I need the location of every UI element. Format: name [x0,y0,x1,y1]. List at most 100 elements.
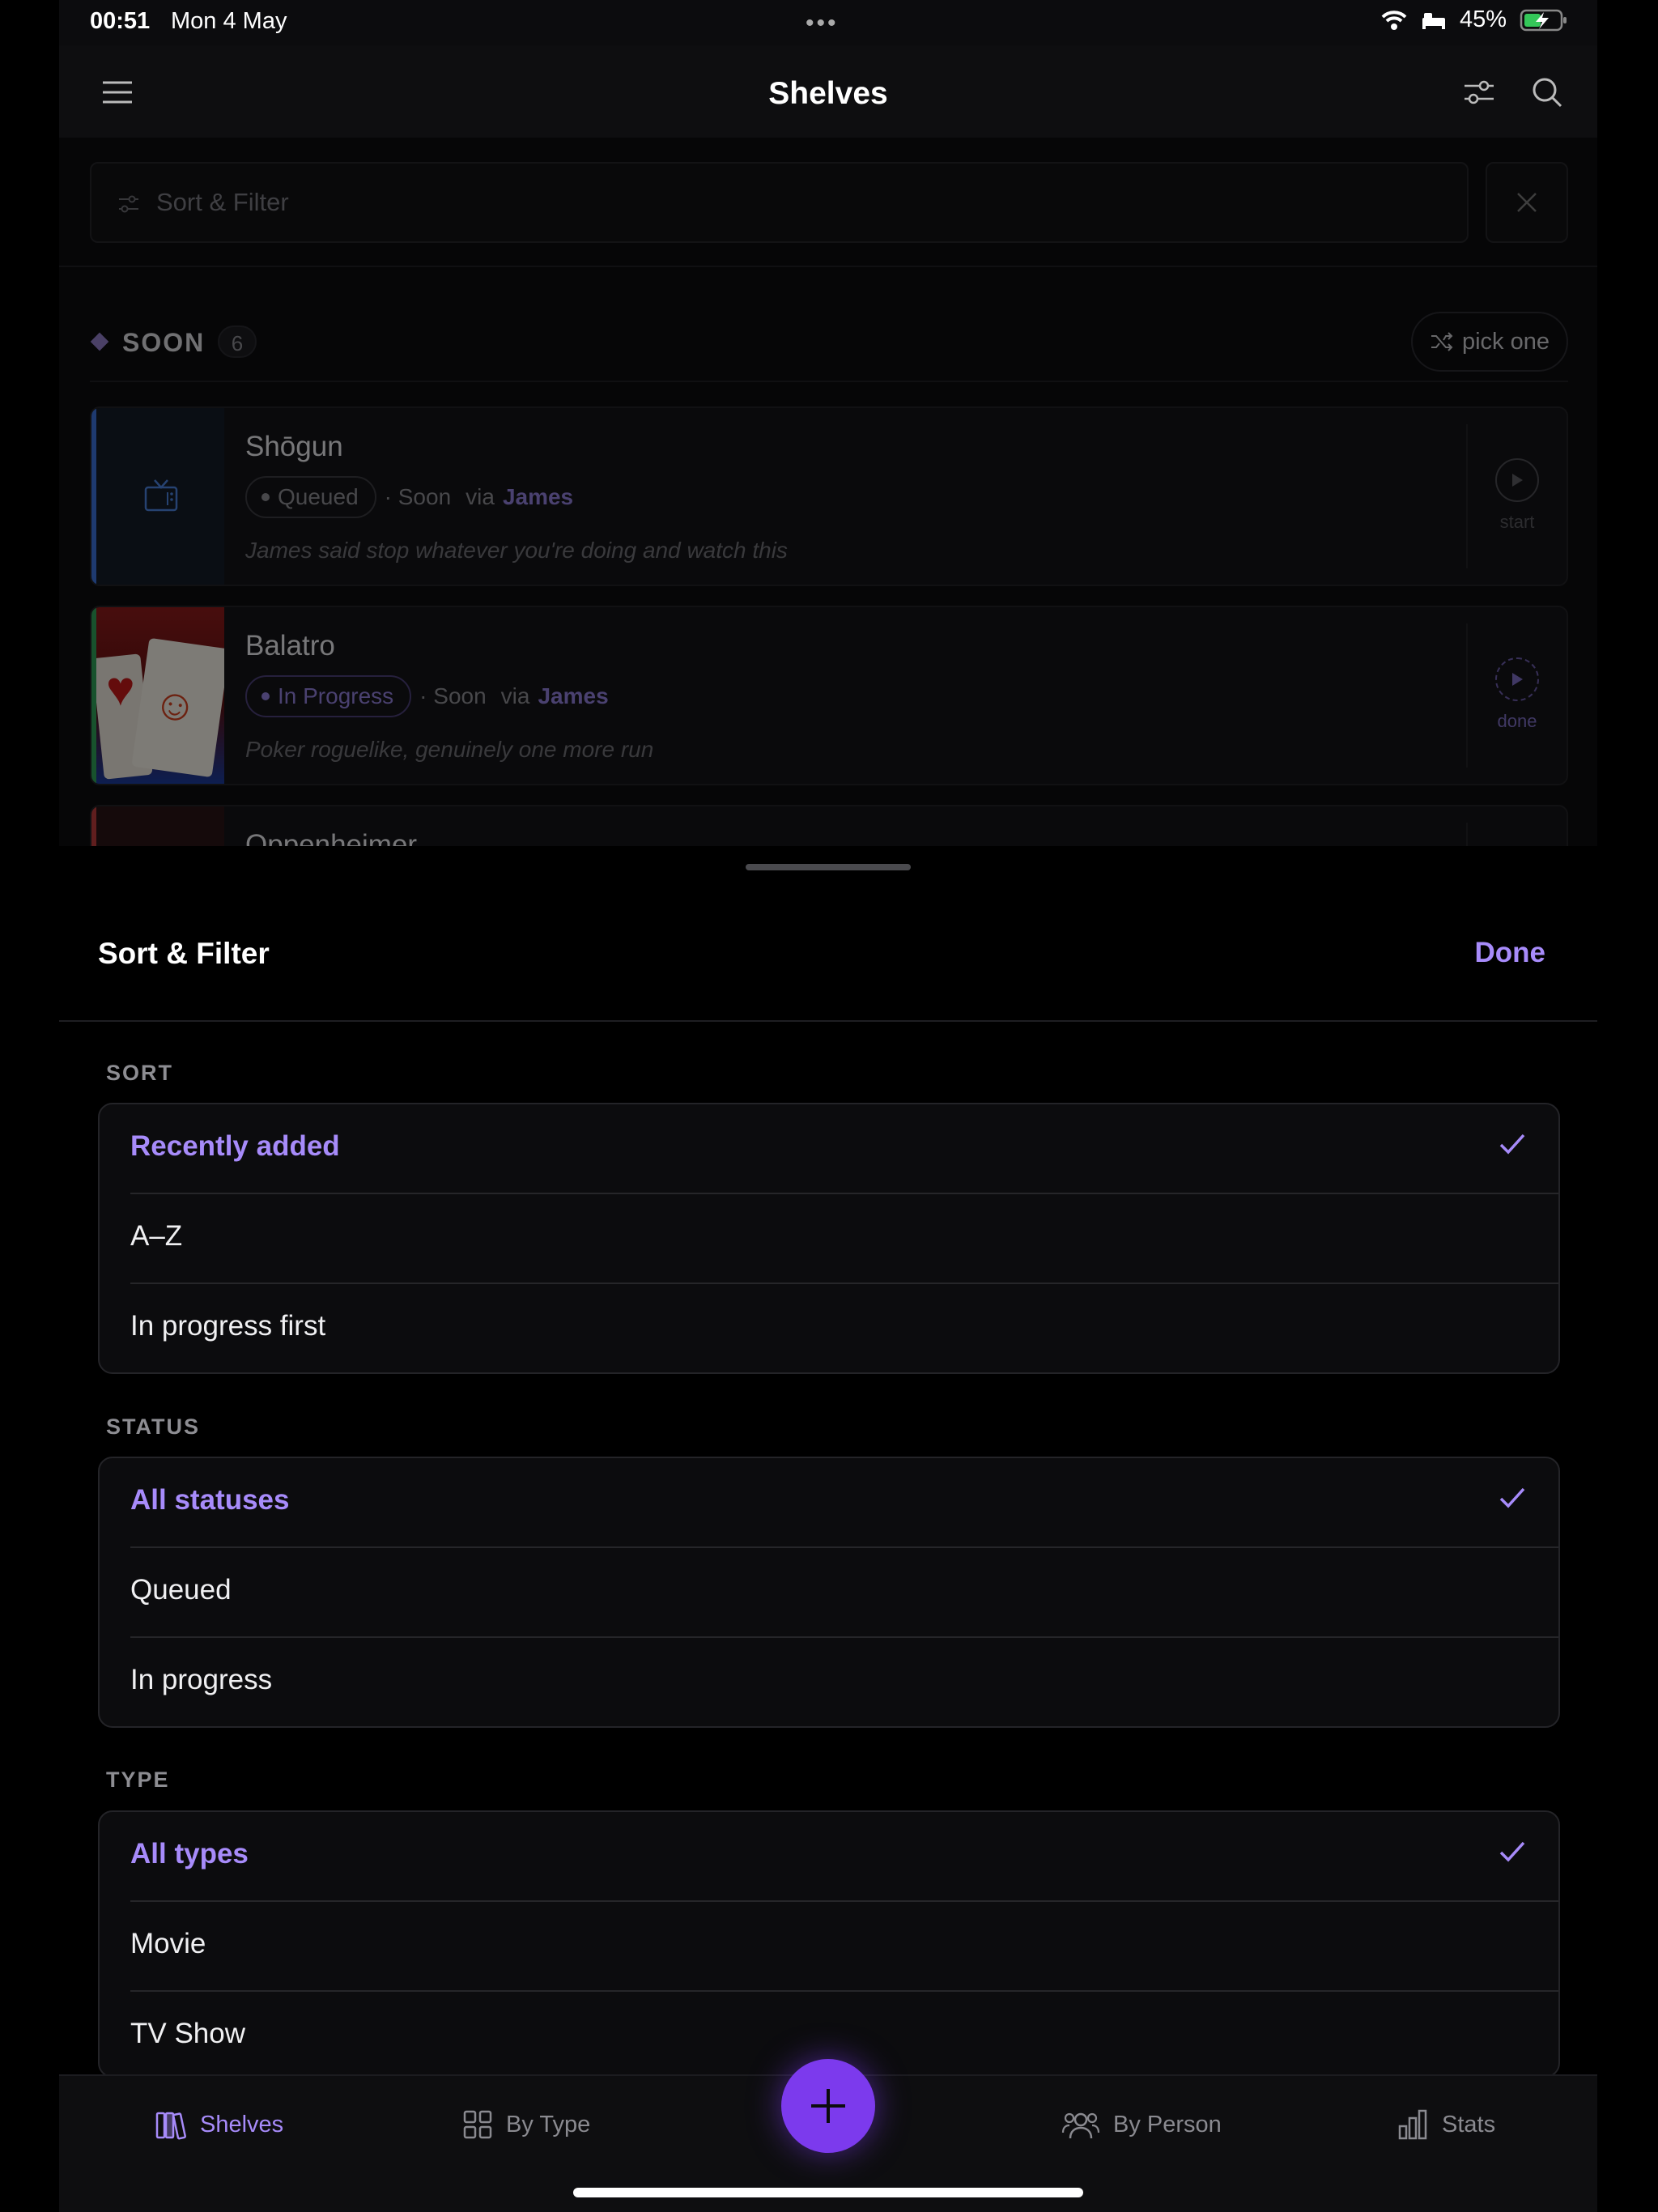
shelves-content: Sort & Filter SOON 6 pick one Shōgun Que… [59,138,1597,846]
item-thumbnail [96,408,224,585]
option-label: In progress first [130,1310,326,1342]
status-pill-label: Queued [278,484,359,509]
search-icon[interactable] [1523,68,1571,117]
tab-stats[interactable]: Stats [1397,2105,1495,2144]
item-title: Shōgun [245,431,343,462]
status-bar: 00:51 Mon 4 May ••• 45% [59,0,1597,45]
clear-filter-button[interactable] [1486,162,1568,243]
sleep-focus-icon [1422,12,1445,29]
battery-charging-icon [1520,9,1567,31]
status-pill: In Progress [245,675,412,717]
action-label: start [1499,512,1535,532]
option-label: TV Show [130,2018,245,2049]
item-via: via [466,484,495,509]
item-thumbnail [96,806,224,846]
people-icon [1061,2112,1100,2139]
section-title: SOON [122,328,206,357]
sheet-title: Sort & Filter [98,937,270,970]
item-action[interactable] [1466,823,1567,846]
home-indicator[interactable] [573,2188,1083,2197]
item-card-shogun[interactable]: Shōgun Queued · Soon via James James sai… [90,406,1568,586]
option-label: Recently added [130,1130,340,1162]
plus-icon [811,2089,845,2123]
item-note: Poker roguelike, genuinely one more run [245,737,654,762]
item-person[interactable]: James [503,484,573,510]
section-divider [90,381,1568,382]
sort-option-recently-added[interactable]: Recently added [100,1104,1558,1193]
grid-icon [463,2110,492,2139]
status-pill-label: In Progress [278,683,394,708]
tab-by-person[interactable]: By Person [1061,2105,1222,2144]
action-label: done [1497,711,1537,731]
shuffle-icon [1431,332,1453,351]
sort-options: Recently added A–Z In progress first [98,1103,1560,1374]
done-button[interactable]: Done [1475,937,1546,969]
tab-label: Stats [1442,2111,1496,2138]
add-item-button[interactable] [781,2059,875,2153]
checkmark-icon [1499,1134,1525,1155]
option-label: Queued [130,1574,232,1606]
sort-option-a-z[interactable]: A–Z [130,1193,1558,1283]
filter-sliders-icon[interactable] [1455,68,1503,117]
tab-label: Shelves [200,2111,284,2138]
sort-group-label: SORT [106,1061,174,1085]
joker-face-icon: ☺ [150,678,202,733]
pick-one-button[interactable]: pick one [1411,312,1568,372]
status-option-all[interactable]: All statuses [100,1458,1558,1546]
tab-by-type[interactable]: By Type [462,2105,590,2144]
sort-filter-placeholder: Sort & Filter [156,188,289,216]
item-person[interactable]: James [538,683,608,709]
battery-percent: 45% [1459,6,1507,32]
item-meta: Queued · Soon via James [245,474,573,520]
item-title: Balatro [245,630,335,661]
play-circle-icon [1495,458,1539,502]
sheet-divider [59,1020,1597,1022]
item-when: · Soon [419,683,487,708]
books-icon [155,2112,186,2140]
item-note: James said stop whatever you're doing an… [245,538,788,563]
checkmark-icon [1499,1841,1525,1862]
close-icon [1517,193,1537,212]
start-action[interactable]: start [1466,424,1567,568]
status-time: 00:51 [90,8,151,34]
sort-filter-field[interactable]: Sort & Filter [90,162,1469,243]
tab-shelves[interactable]: Shelves [155,2105,283,2144]
item-meta: In Progress · Soon via James [245,674,609,719]
status-group-label: STATUS [106,1414,200,1439]
status-pill: Queued [245,476,376,518]
item-card-oppenheimer[interactable]: Oppenheimer [90,805,1568,846]
item-thumbnail: ♥ ☺ [96,607,224,784]
type-option-all[interactable]: All types [100,1812,1558,1900]
app-window: 00:51 Mon 4 May ••• 45% Shelves Sort & F… [59,0,1597,2212]
type-option-movie[interactable]: Movie [130,1900,1558,1990]
option-label: A–Z [130,1220,183,1252]
status-option-queued[interactable]: Queued [130,1546,1558,1636]
checkmark-icon [1499,1487,1525,1508]
section-count-badge: 6 [218,325,257,358]
status-option-in-progress[interactable]: In progress [130,1636,1558,1726]
option-label: In progress [130,1664,273,1695]
heart-suit-icon: ♥ [106,661,135,716]
diamond-icon [90,332,109,351]
sliders-icon [119,195,138,213]
tab-label: By Type [506,2111,591,2138]
status-dot [261,692,270,700]
done-action[interactable]: done [1466,623,1567,768]
wifi-icon [1381,10,1407,30]
type-options: All types Movie TV Show [98,1810,1560,2078]
pick-one-label: pick one [1461,328,1550,355]
nav-bar: Shelves [59,45,1597,138]
status-dot [261,493,270,501]
status-right: 45% [1380,6,1568,33]
status-date: Mon 4 May [171,8,287,34]
bar-chart-icon [1398,2109,1427,2140]
multitasking-dots-icon[interactable]: ••• [806,10,839,37]
sort-option-in-progress-first[interactable]: In progress first [130,1283,1558,1372]
tab-label: By Person [1113,2111,1222,2138]
sheet-grabber[interactable] [746,864,911,870]
play-circle-icon [1495,657,1539,701]
option-label: All statuses [130,1484,290,1516]
item-when: · Soon [384,484,452,509]
item-card-balatro[interactable]: ♥ ☺ Balatro In Progress · Soon via James… [90,606,1568,785]
section-soon-header: SOON 6 pick one [90,312,1568,376]
